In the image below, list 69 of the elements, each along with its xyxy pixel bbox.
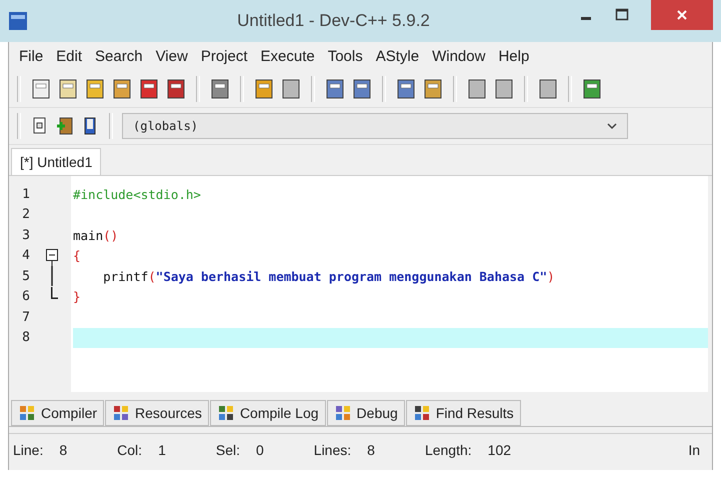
editor-tab[interactable]: [*] Untitled1 bbox=[11, 148, 102, 175]
toolbar-icon[interactable] bbox=[581, 78, 603, 100]
toolbar-icon[interactable] bbox=[30, 78, 52, 100]
menu-item[interactable]: Execute bbox=[260, 48, 315, 65]
panel-tab[interactable]: Compile Log bbox=[210, 400, 326, 426]
tab-icon bbox=[18, 404, 36, 422]
panel-tab[interactable]: Compiler bbox=[11, 400, 104, 426]
close-icon bbox=[676, 9, 688, 21]
line-number: 5 bbox=[21, 268, 31, 284]
toolbar-icon[interactable] bbox=[395, 78, 417, 100]
menu-item[interactable]: Search bbox=[95, 48, 143, 65]
window-title: Untitled1 - Dev-C++ 5.9.2 bbox=[236, 11, 431, 31]
toolbar-icon[interactable] bbox=[351, 78, 373, 100]
status-label: Lines: bbox=[314, 442, 352, 458]
status-value: 0 bbox=[256, 442, 264, 458]
toolbar-icon[interactable] bbox=[138, 78, 160, 100]
line-number: 4 bbox=[21, 248, 31, 264]
tab-icon bbox=[412, 404, 431, 422]
panel-tab[interactable]: Resources bbox=[105, 400, 209, 426]
toolbar-icon[interactable] bbox=[165, 78, 187, 100]
status-value: 8 bbox=[367, 442, 375, 458]
app-icon bbox=[8, 11, 28, 31]
chevron-icon bbox=[607, 122, 617, 130]
toolbar-icon[interactable] bbox=[111, 78, 133, 100]
code-token: "Saya berhasil membuat program menggunakan Bahasa C" bbox=[156, 268, 548, 284]
toolbar-icon[interactable] bbox=[84, 78, 106, 100]
status-label: Length: bbox=[424, 442, 472, 458]
toolbar-icon[interactable] bbox=[324, 78, 346, 100]
code-token: main bbox=[73, 228, 104, 243]
code-token: { bbox=[73, 248, 81, 264]
tab-icon bbox=[112, 404, 130, 422]
status-label: Sel: bbox=[216, 442, 240, 458]
add-icon[interactable] bbox=[55, 116, 75, 136]
status-label: Line: bbox=[13, 442, 44, 458]
code-token: ( bbox=[148, 268, 156, 284]
menu-item[interactable]: Window bbox=[432, 48, 486, 65]
line-number: 6 bbox=[21, 289, 31, 304]
line-number: 8 bbox=[21, 330, 31, 346]
panel-tab[interactable]: Find Results bbox=[406, 400, 521, 426]
line-number: 7 bbox=[21, 310, 31, 325]
menu-item[interactable]: Tools bbox=[328, 48, 363, 65]
menu-item[interactable]: File bbox=[19, 48, 44, 65]
menu-item[interactable]: Edit bbox=[56, 48, 82, 65]
panel-tab[interactable]: Debug bbox=[326, 400, 405, 426]
code-token: ) bbox=[547, 268, 555, 284]
status-label: In bbox=[688, 442, 700, 458]
toolbar-icon[interactable] bbox=[422, 78, 444, 100]
status-label: Col: bbox=[117, 442, 142, 458]
code-token: #include<stdio.h> bbox=[73, 186, 201, 202]
tab-icon bbox=[216, 404, 235, 422]
toolbar-icon[interactable] bbox=[253, 78, 275, 100]
toolbar-icon[interactable] bbox=[209, 78, 231, 100]
menu-item[interactable]: View bbox=[156, 48, 188, 65]
status-value: 102 bbox=[488, 442, 512, 458]
status-value: 1 bbox=[158, 442, 166, 458]
menu-item[interactable]: Help bbox=[498, 48, 530, 65]
menu-item[interactable]: Project bbox=[200, 48, 248, 65]
line-number: 2 bbox=[21, 207, 31, 222]
status-value: 8 bbox=[59, 442, 68, 458]
code-token: printf bbox=[102, 268, 148, 284]
menu-item[interactable]: AStyle bbox=[376, 48, 420, 65]
line-number: 3 bbox=[21, 228, 31, 243]
tab-icon bbox=[334, 404, 352, 422]
maximize-icon[interactable] bbox=[615, 8, 629, 22]
code-token: } bbox=[73, 289, 81, 304]
code-token: () bbox=[103, 228, 118, 243]
toolbar-icon[interactable] bbox=[57, 78, 79, 100]
scope-dropdown[interactable]: (globals) bbox=[122, 113, 628, 139]
line-number: 1 bbox=[21, 186, 31, 202]
